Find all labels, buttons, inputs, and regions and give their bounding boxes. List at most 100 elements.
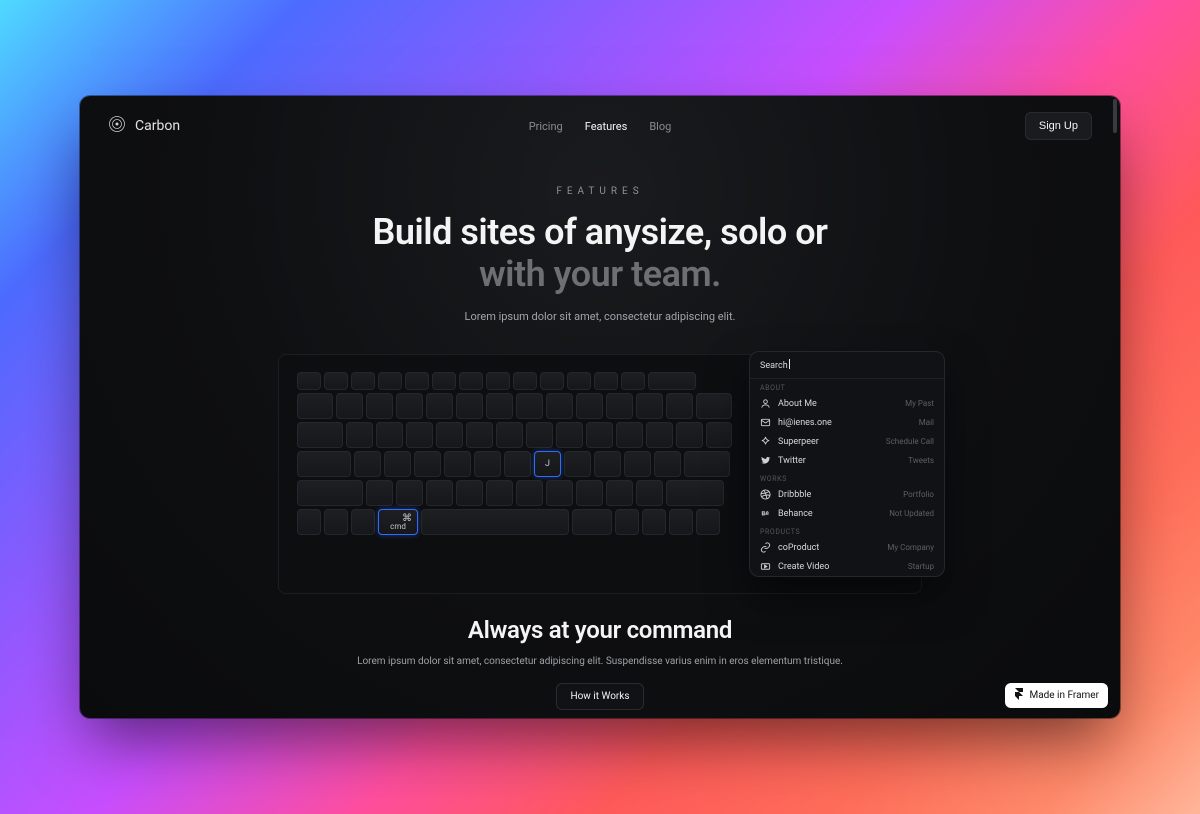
- made-in-framer-badge[interactable]: Made in Framer: [1005, 683, 1108, 708]
- keyboard-key: [676, 422, 703, 448]
- keyboard-key: [297, 480, 363, 506]
- hero-title-line1: Build sites of anysize, solo or: [80, 211, 1120, 253]
- keyboard-key: [526, 422, 553, 448]
- keyboard-key: [324, 509, 348, 535]
- keyboard-key: [576, 393, 603, 419]
- dribbble-icon: [760, 489, 771, 500]
- keyboard-key: [406, 422, 433, 448]
- keyboard-key: [666, 393, 693, 419]
- top-nav: Carbon Pricing Features Blog Sign Up: [80, 112, 1120, 140]
- keyboard-key: [378, 372, 402, 390]
- keyboard-key: [456, 393, 483, 419]
- text-cursor: [789, 359, 790, 369]
- keyboard-key: [696, 509, 720, 535]
- keyboard-key: [621, 372, 645, 390]
- palette-item[interactable]: Dribbble Portfolio: [750, 485, 944, 504]
- keyboard-key: [648, 372, 696, 390]
- palette-item-meta: My Past: [905, 399, 934, 408]
- keyboard-key: ⌘cmd: [378, 509, 418, 535]
- palette-item[interactable]: hi@ienes.oneMail: [750, 413, 944, 432]
- keyboard-key: [336, 393, 363, 419]
- keyboard-key: [396, 393, 423, 419]
- keyboard-key: [636, 480, 663, 506]
- keyboard-key: [669, 509, 693, 535]
- nav-link-features[interactable]: Features: [585, 120, 628, 133]
- keyboard-key: [606, 480, 633, 506]
- hero-subtitle: Lorem ipsum dolor sit amet, consectetur …: [80, 310, 1120, 323]
- keyboard-key: [594, 451, 621, 477]
- keyboard-key: [546, 393, 573, 419]
- palette-item-meta: Tweets: [908, 456, 934, 465]
- keyboard-key: [351, 372, 375, 390]
- palette-item[interactable]: About MeMy Past: [750, 394, 944, 413]
- user-icon: [760, 398, 771, 409]
- how-it-works-button[interactable]: How it Works: [556, 683, 643, 710]
- keyboard-key: [496, 422, 523, 448]
- palette-item-label: Superpeer: [778, 437, 819, 447]
- keyboard-key: [426, 393, 453, 419]
- keyboard-key: [706, 422, 732, 448]
- palette-item[interactable]: Create VideoStartup: [750, 557, 944, 576]
- palette-section-label: ABOUT: [750, 379, 944, 394]
- palette-item-meta: My Company: [887, 543, 934, 552]
- nav-link-blog[interactable]: Blog: [649, 120, 671, 133]
- palette-item-label: Twitter: [778, 456, 806, 466]
- keyboard-key: [654, 451, 681, 477]
- feature-section: Always at your command Lorem ipsum dolor…: [80, 616, 1120, 710]
- palette-search[interactable]: Search: [750, 352, 944, 379]
- link-icon: [760, 542, 771, 553]
- keyboard-key: [456, 480, 483, 506]
- keyboard-key: [297, 509, 321, 535]
- keyboard-key: [459, 372, 483, 390]
- keyboard-key: [624, 451, 651, 477]
- keyboard-key: [376, 422, 403, 448]
- keyboard-key: [324, 372, 348, 390]
- keyboard-key: [666, 480, 724, 506]
- keyboard-key: [567, 372, 591, 390]
- keyboard-key: [366, 393, 393, 419]
- feature-title: Always at your command: [80, 616, 1120, 644]
- keyboard-key: [684, 451, 730, 477]
- keyboard-key: [594, 372, 618, 390]
- keyboard-key: [564, 451, 591, 477]
- keyboard-key: [346, 422, 373, 448]
- palette-item-label: coProduct: [778, 543, 819, 553]
- palette-item[interactable]: Twitter Tweets: [750, 451, 944, 470]
- keyboard-key: [586, 422, 613, 448]
- palette-item[interactable]: coProduct My Company: [750, 538, 944, 557]
- keyboard-key: [444, 451, 471, 477]
- keyboard-key: [354, 451, 381, 477]
- spark-icon: [760, 436, 771, 447]
- keyboard-key: [513, 372, 537, 390]
- palette-item-meta: Portfolio: [903, 490, 934, 499]
- twitter-icon: [760, 455, 771, 466]
- keyboard-key: [366, 480, 393, 506]
- keyboard-key: [546, 480, 573, 506]
- signup-button[interactable]: Sign Up: [1025, 112, 1092, 140]
- keyboard-card: J ⌘cmd Search ABOUTAbout MeMy Pasthi@ien…: [278, 354, 922, 594]
- brand-label: Carbon: [135, 118, 180, 134]
- palette-item-label: hi@ienes.one: [778, 418, 832, 428]
- palette-item[interactable]: Superpeer Schedule Call: [750, 432, 944, 451]
- keyboard-key: [384, 451, 411, 477]
- palette-item-label: Behance: [778, 509, 813, 519]
- keyboard-key: [696, 393, 732, 419]
- app-window: Carbon Pricing Features Blog Sign Up FEA…: [80, 96, 1120, 718]
- hero-eyebrow: FEATURES: [80, 186, 1120, 197]
- command-palette[interactable]: Search ABOUTAbout MeMy Pasthi@ienes.oneM…: [749, 351, 945, 577]
- keyboard-key: [516, 393, 543, 419]
- hero-title: Build sites of anysize, solo or with you…: [80, 211, 1120, 296]
- keyboard-key: [486, 393, 513, 419]
- keyboard-key: [486, 372, 510, 390]
- keyboard-key: [297, 451, 351, 477]
- keyboard-key: [405, 372, 429, 390]
- palette-item-meta: Schedule Call: [886, 437, 934, 446]
- palette-section-label: PRODUCTS: [750, 523, 944, 538]
- palette-item[interactable]: BehanceNot Updated: [750, 504, 944, 523]
- brand[interactable]: Carbon: [108, 115, 180, 137]
- keyboard-key: J: [534, 451, 561, 477]
- nav-link-pricing[interactable]: Pricing: [529, 120, 563, 133]
- key-label: cmd: [390, 522, 406, 531]
- palette-item-label: Dribbble: [778, 490, 811, 500]
- mail-icon: [760, 417, 771, 428]
